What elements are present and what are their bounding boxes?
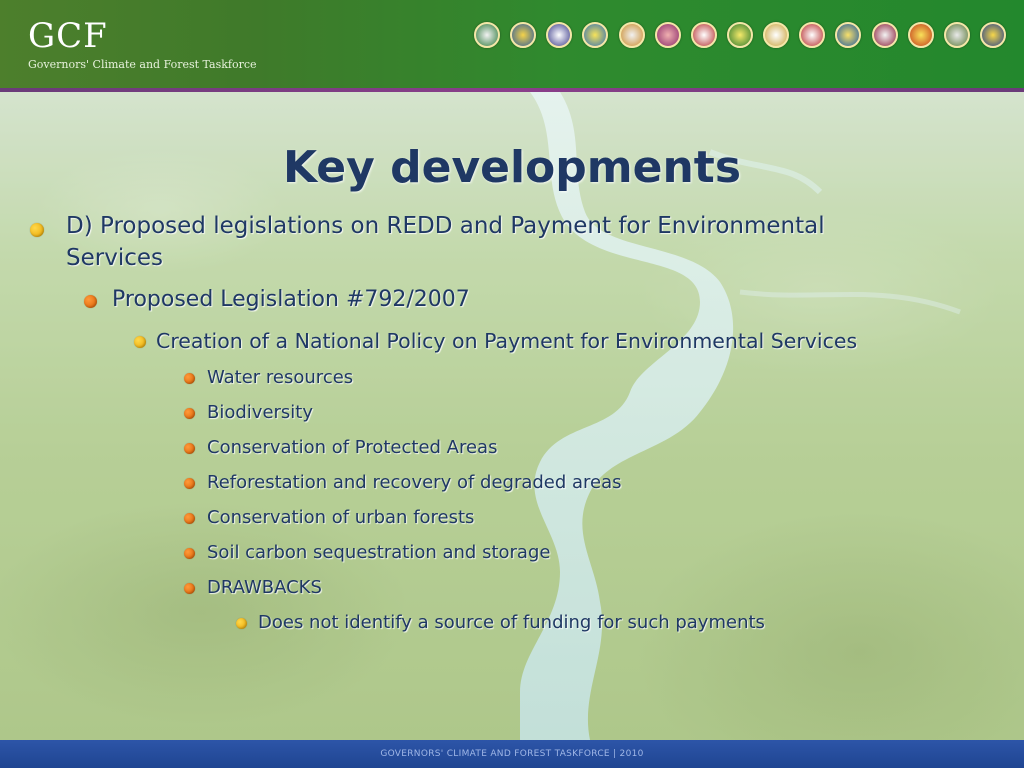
seal-item — [506, 22, 540, 74]
member-seals — [470, 22, 1010, 74]
bullet-dot-icon — [184, 548, 195, 559]
state-seal-icon — [582, 22, 609, 48]
bullet-dot-icon — [184, 443, 195, 454]
seal-item — [651, 22, 685, 74]
bullet-dot-icon — [184, 478, 195, 489]
bullet-dot-icon — [184, 408, 195, 419]
bullet-dot-icon — [30, 223, 44, 237]
bullet-item: D) Proposed legislations on REDD and Pay… — [66, 213, 825, 239]
seal-item — [795, 22, 829, 74]
brand-subtitle: Governors' Climate and Forest Taskforce — [28, 58, 257, 71]
state-seal-icon — [907, 22, 934, 48]
state-seal-icon — [871, 22, 898, 48]
state-seal-icon — [943, 22, 970, 48]
state-seal-icon — [654, 22, 681, 48]
bullet-item: DRAWBACKS — [207, 577, 322, 598]
seal-item — [687, 22, 721, 74]
seal-item — [831, 22, 865, 74]
state-seal-icon — [690, 22, 717, 48]
seal-item — [542, 22, 576, 74]
state-seal-icon — [474, 22, 500, 48]
seal-item — [615, 22, 649, 74]
brand-title: GCF — [28, 16, 108, 56]
seal-item — [940, 22, 974, 74]
seal-item — [976, 22, 1010, 74]
state-seal-icon — [618, 22, 645, 48]
bullet-dot-icon — [184, 513, 195, 524]
bullet-dot-icon — [236, 618, 247, 629]
state-seal-icon — [510, 22, 537, 48]
state-seal-icon — [835, 22, 862, 48]
state-seal-icon — [546, 22, 573, 48]
bullet-item: Water resources — [207, 367, 354, 388]
bullet-dot-icon — [134, 336, 146, 348]
seal-item — [723, 22, 757, 74]
bullet-item: Conservation of urban forests — [207, 507, 475, 528]
seal-item — [904, 22, 938, 74]
bullet-dot-icon — [84, 295, 97, 308]
footer-bar: GOVERNORS' CLIMATE AND FOREST TASKFORCE … — [0, 740, 1024, 768]
state-seal-icon — [799, 22, 826, 48]
seal-item — [759, 22, 793, 74]
state-seal-icon — [726, 22, 753, 48]
slide-title: Key developments — [282, 142, 742, 193]
state-seal-icon — [979, 22, 1006, 48]
bullet-dot-icon — [184, 373, 195, 384]
bullet-item: Proposed Legislation #792/2007 — [112, 287, 470, 312]
slide-content: Key developments D) Proposed legislation… — [0, 92, 1024, 740]
bullet-item: Creation of a National Policy on Payment… — [156, 329, 858, 353]
seal-item — [868, 22, 902, 74]
state-seal-icon — [763, 22, 790, 48]
bullet-item: Does not identify a source of funding fo… — [258, 612, 765, 633]
bullet-dot-icon — [184, 583, 195, 594]
header-bar: GCF Governors' Climate and Forest Taskfo… — [0, 0, 1024, 88]
seal-item — [470, 22, 504, 74]
seal-item — [578, 22, 612, 74]
bullet-item: Soil carbon sequestration and storage — [207, 542, 551, 563]
bullet-item: Biodiversity — [207, 402, 314, 423]
bullet-item-continuation: Services — [66, 245, 163, 271]
bullet-item: Conservation of Protected Areas — [207, 437, 498, 458]
footer-text: GOVERNORS' CLIMATE AND FOREST TASKFORCE … — [380, 749, 644, 759]
bullet-item: Reforestation and recovery of degraded a… — [207, 472, 622, 493]
